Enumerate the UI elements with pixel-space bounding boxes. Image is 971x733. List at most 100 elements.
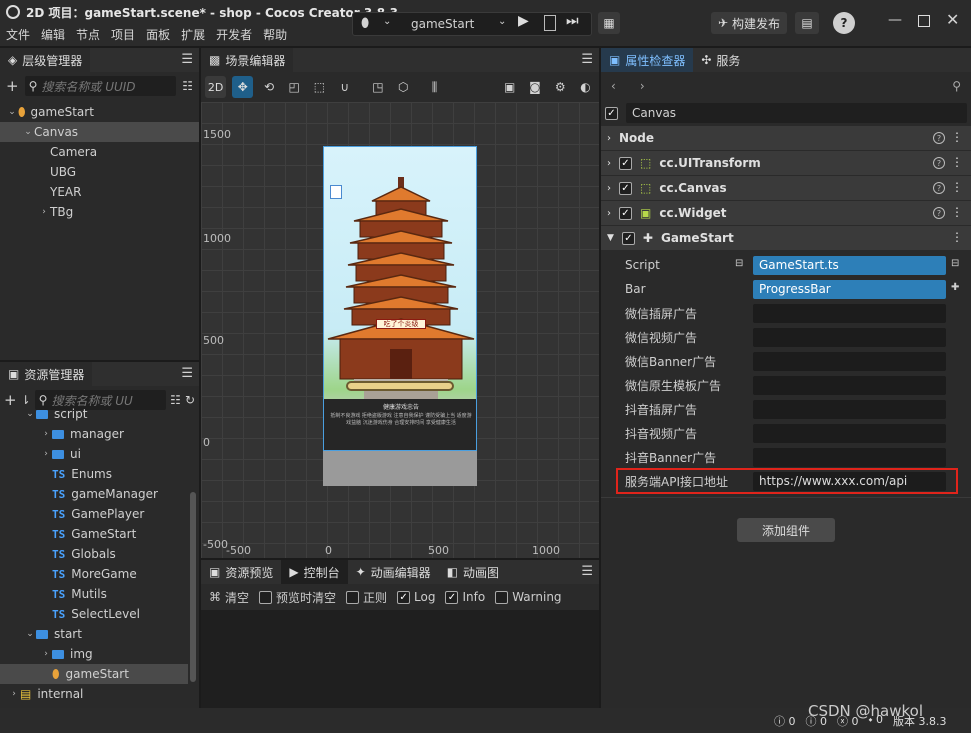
- text-field[interactable]: [753, 327, 946, 347]
- mode-2d-button[interactable]: 2D: [205, 76, 227, 98]
- text-field[interactable]: [753, 303, 946, 323]
- asset-item[interactable]: TS GamePlayer: [0, 504, 188, 524]
- menu-item[interactable]: 编辑: [41, 26, 65, 43]
- cube-icon[interactable]: ⬡: [394, 80, 413, 94]
- qr-icon[interactable]: ▦: [598, 12, 620, 34]
- magnet-icon[interactable]: ∪: [335, 80, 354, 94]
- rect-icon[interactable]: ⬚: [310, 80, 329, 94]
- tab-inspector[interactable]: ▣ 属性检查器: [601, 48, 694, 72]
- chevron-down-icon[interactable]: ⌄: [24, 409, 36, 419]
- hierarchy-node[interactable]: Camera: [0, 142, 199, 162]
- component-header[interactable]: › ✓ ⬚ cc.UITransform? ⋮: [601, 151, 971, 176]
- align-icon[interactable]: ⫼: [425, 80, 444, 95]
- asset-item[interactable]: TS MoreGame: [0, 564, 188, 584]
- menu-icon[interactable]: ☰: [181, 52, 193, 67]
- text-field[interactable]: https://www.xxx.com/api: [753, 471, 946, 491]
- menu-item[interactable]: 帮助: [263, 26, 287, 43]
- component-checkbox[interactable]: ✓: [619, 181, 632, 195]
- forward-icon[interactable]: ›: [640, 79, 645, 93]
- chevron-right-icon[interactable]: ›: [40, 449, 52, 459]
- help-icon[interactable]: ?: [933, 207, 945, 219]
- help-icon[interactable]: ?: [933, 182, 945, 194]
- text-field[interactable]: [753, 447, 946, 467]
- preview-icon[interactable]: ▣: [500, 80, 519, 94]
- filter-checkbox[interactable]: ✓: [445, 590, 459, 604]
- chevron-right-icon[interactable]: ›: [8, 689, 20, 699]
- console-filter[interactable]: ✓ Info: [445, 590, 485, 604]
- gear-icon[interactable]: ⚙: [551, 80, 570, 94]
- list-icon[interactable]: ☷: [170, 393, 181, 407]
- hierarchy-node[interactable]: UBG: [0, 162, 199, 182]
- menu-item[interactable]: 节点: [76, 26, 100, 43]
- more-icon[interactable]: ⋮: [951, 155, 963, 169]
- more-icon[interactable]: ⋮: [951, 205, 963, 219]
- puzzle-icon[interactable]: ✚: [951, 282, 959, 293]
- chevron-right-icon[interactable]: ›: [40, 429, 52, 439]
- asset-item[interactable]: TS SelectLevel: [0, 604, 188, 624]
- menu-item[interactable]: 开发者: [216, 26, 252, 43]
- component-header[interactable]: › ✓ ▣ cc.Widget? ⋮: [601, 201, 971, 226]
- menu-item[interactable]: 文件: [6, 26, 30, 43]
- scene-selector[interactable]: ⬮ ⌄ gameStart ⌄: [352, 12, 592, 36]
- asset-item[interactable]: TS GameStart: [0, 524, 188, 544]
- asset-field[interactable]: GameStart.ts: [753, 255, 946, 275]
- step-icon[interactable]: ⏭: [566, 13, 579, 29]
- text-field[interactable]: [753, 351, 946, 371]
- chevron-down-icon[interactable]: ⌄: [6, 107, 18, 117]
- chevron-down-icon[interactable]: ⌄: [24, 629, 36, 639]
- rotate-icon[interactable]: ⟲: [259, 80, 278, 94]
- tab-assets[interactable]: ▣ 资源管理器: [0, 362, 93, 386]
- console-filter[interactable]: 正则: [346, 589, 387, 606]
- asset-item[interactable]: › manager: [0, 424, 188, 444]
- asset-item[interactable]: › ▤ internal: [0, 684, 188, 704]
- help-icon[interactable]: ?: [933, 132, 945, 144]
- console-filter[interactable]: ✓ Log: [397, 590, 435, 604]
- camera-icon[interactable]: ◙: [525, 80, 544, 94]
- text-field[interactable]: [753, 375, 946, 395]
- asset-field[interactable]: ProgressBar: [753, 279, 946, 299]
- text-field[interactable]: [753, 423, 946, 443]
- more-icon[interactable]: ⋮: [951, 130, 963, 144]
- menu-item[interactable]: 面板: [146, 26, 170, 43]
- clear-button[interactable]: ⌘ 清空: [209, 589, 249, 606]
- pin-icon[interactable]: ⚲: [952, 79, 961, 93]
- publish-button[interactable]: ✈ 构建发布: [711, 12, 787, 34]
- pivot-icon[interactable]: ◳: [368, 80, 387, 94]
- component-gamestart-header[interactable]: ▼ ✓ ✚ GameStart ⋮: [601, 226, 971, 251]
- hierarchy-search-input[interactable]: ⚲ 搜索名称或 UUID: [24, 76, 177, 96]
- back-icon[interactable]: ‹: [611, 79, 616, 93]
- more-icon[interactable]: ⋮: [951, 180, 963, 194]
- component-checkbox[interactable]: ✓: [621, 231, 635, 245]
- hierarchy-node[interactable]: YEAR: [0, 182, 199, 202]
- asset-item[interactable]: TS gameManager: [0, 484, 188, 504]
- sort-icon[interactable]: ☷: [182, 79, 193, 93]
- filter-checkbox[interactable]: [346, 590, 360, 604]
- play-icon[interactable]: ▶: [518, 13, 538, 35]
- node-active-checkbox[interactable]: ✓: [605, 106, 618, 120]
- hierarchy-node[interactable]: ⌄ Canvas: [0, 122, 199, 142]
- node-name-input[interactable]: Canvas: [626, 103, 967, 123]
- asset-item[interactable]: › img: [0, 644, 188, 664]
- console-tab[interactable]: ◧ 动画图: [439, 560, 507, 584]
- console-filter[interactable]: Warning: [495, 590, 562, 604]
- asset-item[interactable]: ⬮ gameStart: [0, 664, 188, 684]
- chevron-down-icon[interactable]: ⌄: [22, 127, 34, 137]
- lock-icon[interactable]: ⊟: [951, 258, 959, 269]
- add-icon[interactable]: +: [6, 77, 19, 95]
- menu-item[interactable]: 扩展: [181, 26, 205, 43]
- asset-item[interactable]: ⌄ start: [0, 624, 188, 644]
- menu-icon[interactable]: ☰: [181, 366, 193, 381]
- tab-hierarchy[interactable]: ◈ 层级管理器: [0, 48, 91, 72]
- help-icon[interactable]: ?: [933, 157, 945, 169]
- filter-checkbox[interactable]: [495, 590, 509, 604]
- filter-checkbox[interactable]: [259, 590, 273, 604]
- hierarchy-node[interactable]: › TBg: [0, 202, 199, 222]
- status-info[interactable]: ⓘ 0: [774, 713, 796, 729]
- folder-icon[interactable]: ▤: [795, 12, 819, 34]
- hierarchy-node[interactable]: ⌄ ⬮ gameStart: [0, 102, 199, 122]
- asset-item[interactable]: TS Globals: [0, 544, 188, 564]
- console-filter[interactable]: 预览时清空: [259, 589, 336, 606]
- chevron-right-icon[interactable]: ›: [38, 207, 50, 217]
- close-icon[interactable]: ✕: [946, 10, 959, 29]
- maximize-icon[interactable]: [918, 15, 930, 27]
